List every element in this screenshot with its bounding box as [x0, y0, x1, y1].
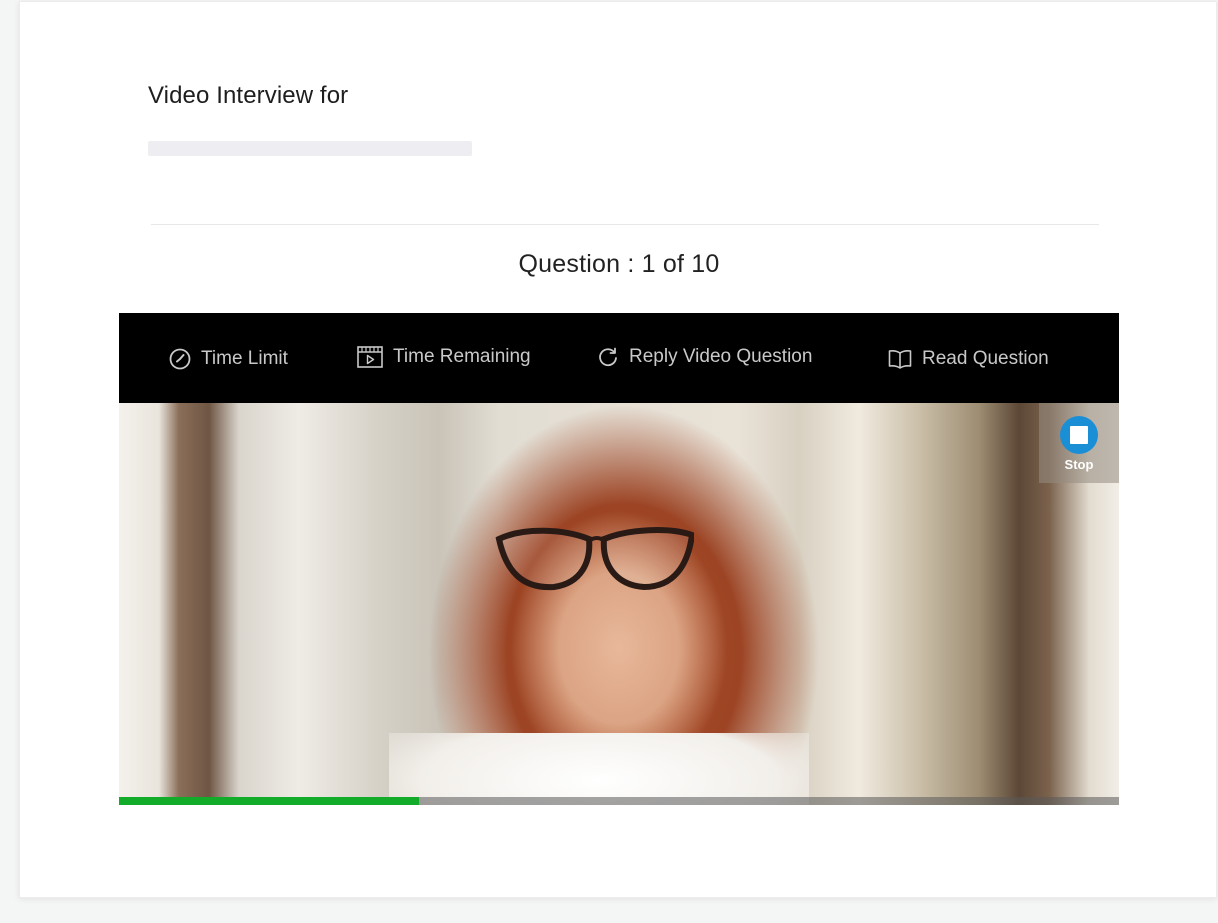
- interview-card: Video Interview for Question : 1 of 10 T…: [19, 1, 1217, 898]
- clock-icon: [169, 348, 191, 370]
- page-title: Video Interview for: [148, 82, 349, 109]
- read-question-label: Read Question: [922, 348, 1049, 369]
- book-icon: [888, 350, 912, 369]
- time-limit-button[interactable]: Time Limit: [169, 345, 288, 373]
- replay-icon: [599, 347, 617, 367]
- stop-button[interactable]: Stop: [1039, 403, 1119, 483]
- camera-feed: [119, 403, 1119, 805]
- time-limit-label: Time Limit: [201, 348, 288, 369]
- glasses-shape: [495, 527, 694, 591]
- question-counter: Question : 1 of 10: [518, 250, 720, 278]
- player-toolbar: Time Limit Time Remaining Reply Video Qu…: [119, 313, 1119, 403]
- stop-icon-square: [1070, 426, 1088, 444]
- reply-video-question-label: Reply Video Question: [629, 346, 813, 367]
- recording-progress-fill: [119, 797, 419, 805]
- video-clip-icon: [357, 346, 383, 368]
- recording-progress: [119, 797, 1119, 805]
- camera-feed-shirt: [389, 733, 809, 805]
- stop-icon: [1060, 416, 1098, 454]
- video-player: Time Limit Time Remaining Reply Video Qu…: [119, 313, 1119, 805]
- candidate-name-placeholder: [148, 141, 472, 156]
- time-remaining-label: Time Remaining: [393, 346, 531, 367]
- read-question-button[interactable]: Read Question: [888, 345, 1049, 373]
- reply-video-question-button[interactable]: Reply Video Question: [597, 343, 812, 371]
- stop-label: Stop: [1064, 457, 1094, 472]
- divider: [151, 224, 1099, 225]
- time-remaining-button[interactable]: Time Remaining: [357, 343, 531, 371]
